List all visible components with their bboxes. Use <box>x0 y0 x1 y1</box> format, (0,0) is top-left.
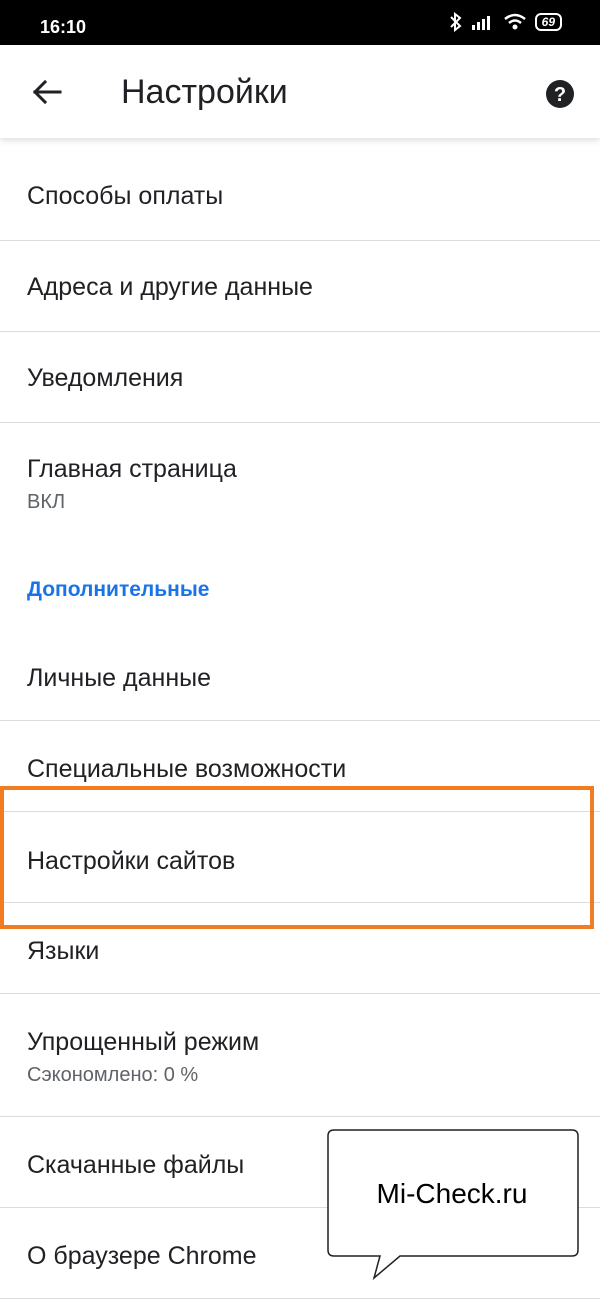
status-icons: 69 <box>449 12 562 32</box>
arrow-back-icon[interactable] <box>30 75 64 109</box>
settings-item-notifications[interactable]: Уведомления <box>0 332 600 423</box>
settings-item-homepage[interactable]: Главная страница ВКЛ <box>0 423 600 533</box>
settings-item-label: Скачанные файлы <box>27 1151 245 1179</box>
help-icon[interactable]: ? <box>545 79 575 109</box>
settings-item-languages[interactable]: Языки <box>0 903 600 994</box>
bluetooth-icon <box>449 12 462 32</box>
settings-item-label: Уведомления <box>27 364 184 392</box>
battery-icon: 69 <box>534 13 562 31</box>
signal-icon <box>471 16 490 30</box>
settings-item-label: Личные данные <box>27 664 211 692</box>
settings-item-label: Способы оплаты <box>27 182 224 210</box>
settings-item-payment-methods[interactable]: Способы оплаты <box>0 150 600 241</box>
settings-item-site-settings[interactable]: Настройки сайтов <box>0 812 600 903</box>
settings-item-label: Адреса и другие данные <box>27 273 313 301</box>
settings-item-accessibility[interactable]: Специальные возможности <box>0 721 600 812</box>
wifi-icon <box>503 13 526 30</box>
status-time: 16:10 <box>40 17 87 37</box>
app-toolbar: Настройки ? <box>0 45 600 138</box>
settings-item-summary: ВКЛ <box>27 491 66 513</box>
settings-item-addresses[interactable]: Адреса и другие данные <box>0 241 600 332</box>
settings-item-label: Главная страница <box>27 455 237 483</box>
settings-item-privacy[interactable]: Личные данные <box>0 630 600 721</box>
watermark-text: Mi-Check.ru <box>376 1178 528 1209</box>
svg-text:?: ? <box>554 84 566 106</box>
status-bar: 16:10 69 <box>0 0 600 45</box>
settings-item-summary: Сэкономлено: 0 % <box>27 1064 199 1086</box>
settings-item-label: Настройки сайтов <box>27 847 236 875</box>
page-title: Настройки <box>121 73 288 111</box>
settings-item-label: О браузере Chrome <box>27 1242 257 1270</box>
settings-item-lite-mode[interactable]: Упрощенный режим Сэкономлено: 0 % <box>0 994 600 1117</box>
settings-item-label: Упрощенный режим <box>27 1028 260 1056</box>
settings-item-label: Языки <box>27 937 100 965</box>
settings-item-label: Специальные возможности <box>27 755 347 783</box>
section-header-advanced: Дополнительные <box>27 578 210 601</box>
